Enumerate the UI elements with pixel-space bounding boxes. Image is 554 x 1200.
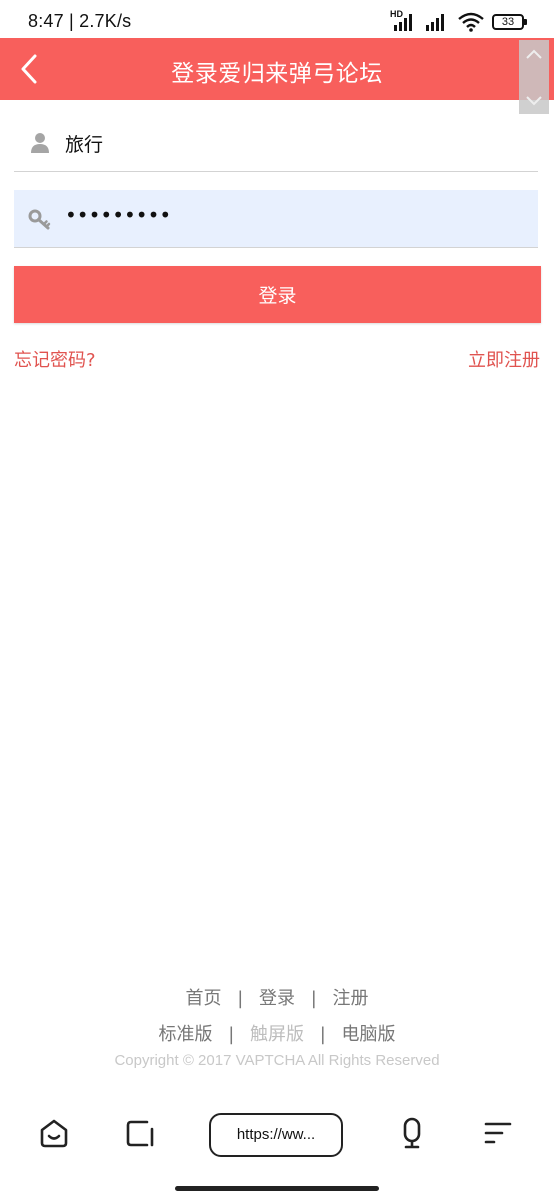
status-bar: 8:47 | 2.7K/s HD 33 (0, 0, 554, 40)
tabs-icon (126, 1120, 154, 1147)
wifi-icon (458, 12, 484, 32)
signal-hd-icon: HD (390, 9, 416, 31)
chevron-up-icon[interactable] (526, 49, 542, 59)
hd-label: HD (390, 9, 403, 19)
register-link[interactable]: 立即注册 (468, 346, 540, 372)
page-title: 登录爱归来弹弓论坛 (171, 61, 383, 87)
separator: | (319, 1024, 326, 1045)
chevron-down-icon[interactable] (526, 96, 542, 106)
footer-link-register[interactable]: 注册 (333, 988, 369, 1009)
voice-button[interactable] (395, 1116, 429, 1150)
username-field[interactable]: 旅行 (14, 114, 538, 172)
menu-button[interactable] (481, 1116, 515, 1150)
user-icon (31, 133, 49, 153)
copyright-text: Copyright © 2017 VAPTCHA All Rights Rese… (114, 1052, 440, 1069)
home-indicator (175, 1186, 379, 1191)
login-button[interactable]: 登录 (14, 266, 541, 323)
footer-nav: 首页 | 登录 | 注册 (0, 984, 554, 1010)
status-time-speed: 8:47 | 2.7K/s (28, 11, 132, 31)
home-icon (40, 1119, 68, 1148)
footer-link-desktop[interactable]: 电脑版 (342, 1024, 396, 1045)
scroll-widget[interactable] (519, 40, 549, 114)
microphone-icon (403, 1117, 421, 1149)
menu-icon (484, 1122, 512, 1144)
footer-current-touch: 触屏版 (250, 1024, 304, 1045)
footer-versions: 标准版 | 触屏版 | 电脑版 (0, 1020, 554, 1046)
home-button[interactable] (37, 1116, 71, 1150)
tabs-button[interactable] (123, 1116, 157, 1150)
browser-bottom-bar: https://ww... (0, 1100, 554, 1170)
url-bar[interactable]: https://ww... (209, 1113, 343, 1157)
separator: | (237, 988, 244, 1009)
password-value[interactable]: ••••••••• (65, 203, 171, 227)
footer-link-home[interactable]: 首页 (185, 988, 221, 1009)
footer-link-standard[interactable]: 标准版 (158, 1024, 212, 1045)
battery-icon: 33 (492, 14, 527, 30)
password-field[interactable]: ••••••••• (14, 190, 538, 248)
status-icons: HD 33 (390, 9, 527, 32)
key-icon (28, 209, 51, 230)
forgot-password-link[interactable]: 忘记密码? (14, 346, 96, 372)
separator: | (228, 1024, 235, 1045)
separator: | (310, 988, 317, 1009)
username-value[interactable]: 旅行 (65, 130, 103, 157)
footer-link-login[interactable]: 登录 (259, 988, 295, 1009)
signal-icon (424, 13, 450, 31)
header-bar: 登录爱归来弹弓论坛 (0, 38, 554, 100)
